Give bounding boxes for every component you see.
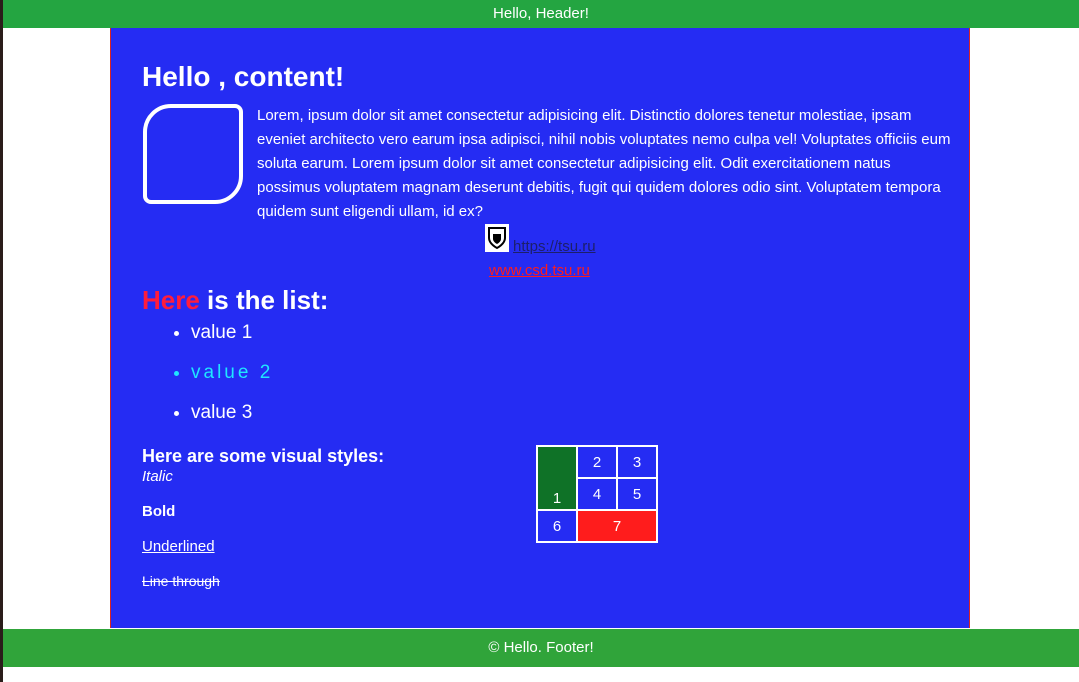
table-cell-6: 6 xyxy=(536,509,578,543)
lorem-paragraph: Lorem, ipsum dolor sit amet consectetur … xyxy=(257,107,951,220)
line-through-text: Line through xyxy=(142,573,220,589)
numbered-grid-table: 1 2 3 4 5 6 7 xyxy=(536,445,658,543)
underlined-text: Underlined xyxy=(142,538,215,555)
table-cell-2: 2 xyxy=(576,445,618,479)
table-cell-3: 3 xyxy=(616,445,658,479)
table-cell-5: 5 xyxy=(616,477,658,511)
table-cell-7: 7 xyxy=(576,509,658,543)
tsu-link[interactable]: https://tsu.ru xyxy=(513,238,596,255)
csd-tsu-link[interactable]: www.csd.tsu.ru xyxy=(489,262,590,279)
page-header: Hello, Header! xyxy=(3,0,1079,28)
styles-heading: Here are some visual styles: xyxy=(142,446,385,466)
header-text: Hello, Header! xyxy=(493,5,589,22)
italic-text: Italic xyxy=(142,468,173,485)
university-crest-icon[interactable] xyxy=(485,224,509,252)
list-item: value 2 xyxy=(191,361,273,385)
rounded-box-decoration xyxy=(143,104,243,204)
list-item: value 3 xyxy=(191,401,273,425)
bold-text: Bold xyxy=(142,503,176,520)
list-heading-rest: is the list: xyxy=(199,285,329,315)
table-cell-1: 1 xyxy=(536,445,578,511)
page-footer: © Hello. Footer! xyxy=(3,629,1079,667)
list-item: value 1 xyxy=(191,321,273,345)
value-list: value 1 value 2 value 3 xyxy=(169,321,273,441)
page-title: Hello , content! xyxy=(142,61,345,92)
list-heading-red: Here xyxy=(142,285,200,315)
window-edge xyxy=(0,0,3,682)
table-cell-4: 4 xyxy=(576,477,618,511)
list-heading: Here is the list: xyxy=(142,284,328,316)
footer-text: © Hello. Footer! xyxy=(488,639,594,656)
main-content: Hello , content! Lorem, ipsum dolor sit … xyxy=(110,28,970,628)
